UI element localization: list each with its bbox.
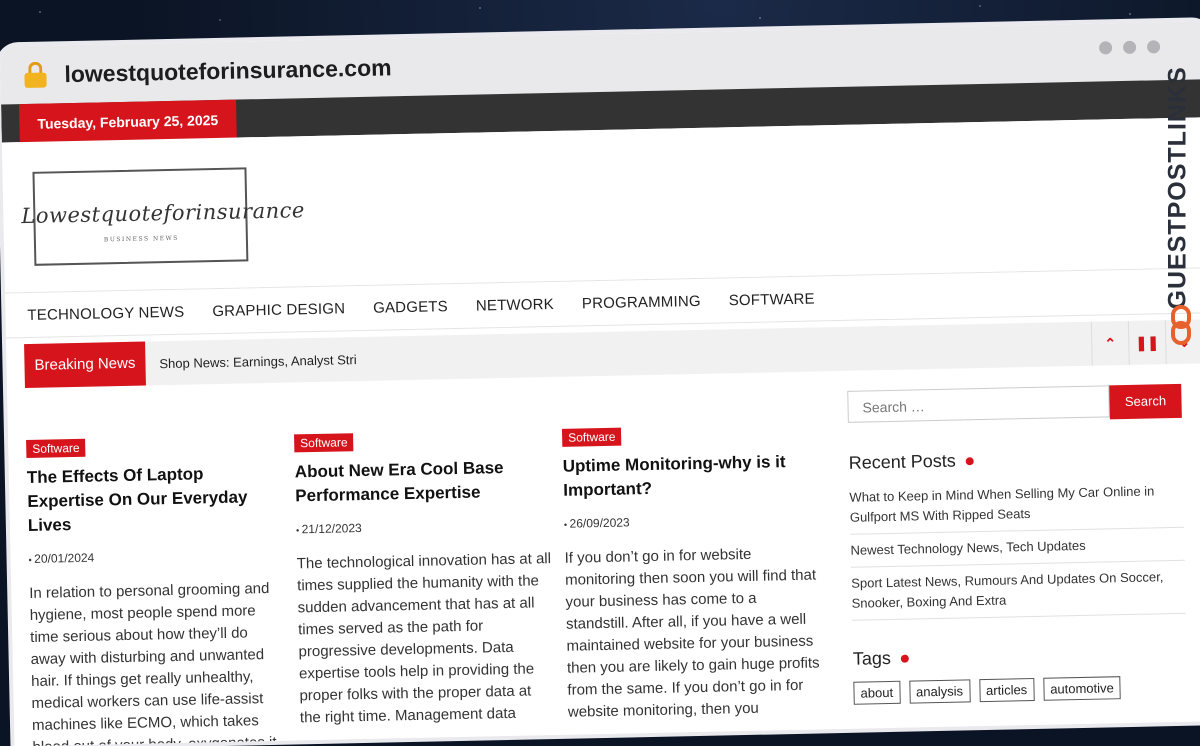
browser-window: lowestquoteforinsurance.com Tuesday, Feb… [0,21,1200,746]
header: Lowestquoteforinsurance BUSINESS NEWS [1,117,1200,293]
nav-item-software[interactable]: SOFTWARE [729,290,815,309]
watermark-text: GUESTPOSTLINKS [1163,66,1192,310]
post-card: Software About New Era Cool Base Perform… [294,429,556,729]
logo-title: Lowestquoteforinsurance [21,198,306,229]
recent-post-link[interactable]: What to Keep in Mind When Selling My Car… [849,474,1185,535]
nav-item-gadgets[interactable]: GADGETS [373,298,448,317]
search-button[interactable]: Search [1109,383,1182,420]
tag-link[interactable]: analysis [908,679,971,704]
post-title[interactable]: About New Era Cool Base Performance Expe… [295,455,552,508]
post-date: 21/12/2023 [296,517,552,536]
link-icon [1171,305,1191,345]
post-excerpt: If you don’t go in for website monitorin… [564,545,820,721]
nav-item-programming[interactable]: PROGRAMMING [582,292,701,311]
tag-link[interactable]: about [853,680,901,705]
chevron-up-icon[interactable]: ⌃ [1090,320,1129,366]
window-dot-icon[interactable] [1098,41,1113,55]
post-title[interactable]: The Effects Of Laptop Expertise On Our E… [27,461,284,538]
tag-link[interactable]: automotive [1042,676,1122,701]
recent-post-link[interactable]: Sport Latest News, Rumours And Updates O… [850,560,1186,621]
search-input[interactable]: Search … [847,385,1110,423]
tilted-screenshot: lowestquoteforinsurance.com Tuesday, Feb… [0,0,1200,746]
breaking-news-ticker[interactable]: Shop News: Earnings, Analyst Stri [159,352,357,371]
post-title[interactable]: Uptime Monitoring-why is it Important? [563,449,820,502]
window-dot-icon[interactable] [1146,40,1161,54]
watermark: GUESTPOSTLINKS [1160,55,1200,355]
category-badge[interactable]: Software [26,438,86,459]
post-date: 20/01/2024 [28,547,284,566]
search-form: Search … Search [847,383,1182,425]
nav-item-technology-news[interactable]: TECHNOLOGY NEWS [27,303,184,323]
sidebar: Search … Search Recent Posts What to Kee… [847,383,1188,705]
post-excerpt: The technological innovation has at all … [296,550,552,727]
url-text: lowestquoteforinsurance.com [64,53,392,87]
breaking-news-label: Breaking News [24,341,146,389]
main-content: Software The Effects Of Laptop Expertise… [7,363,1200,746]
window-dot-icon[interactable] [1122,40,1137,54]
nav-item-network[interactable]: NETWORK [476,295,554,314]
category-badge[interactable]: Software [294,433,354,453]
tag-cloud: about analysis articles automotive [853,675,1187,705]
recent-posts-heading: Recent Posts [849,446,1183,474]
nav-item-graphic-design[interactable]: GRAPHIC DESIGN [212,300,345,320]
window-controls [1098,40,1161,55]
category-badge[interactable]: Software [561,427,622,447]
post-excerpt: In relation to personal grooming and hyg… [29,579,277,746]
recent-posts-list: What to Keep in Mind When Selling My Car… [849,474,1186,621]
post-date: 26/09/2023 [564,511,820,530]
lock-icon [24,61,47,88]
tag-link[interactable]: articles [978,677,1035,703]
tags-heading: Tags [853,642,1187,670]
post-card: Software Uptime Monitoring-why is it Imp… [561,423,824,723]
post-card: Software The Effects Of Laptop Expertise… [26,435,289,746]
